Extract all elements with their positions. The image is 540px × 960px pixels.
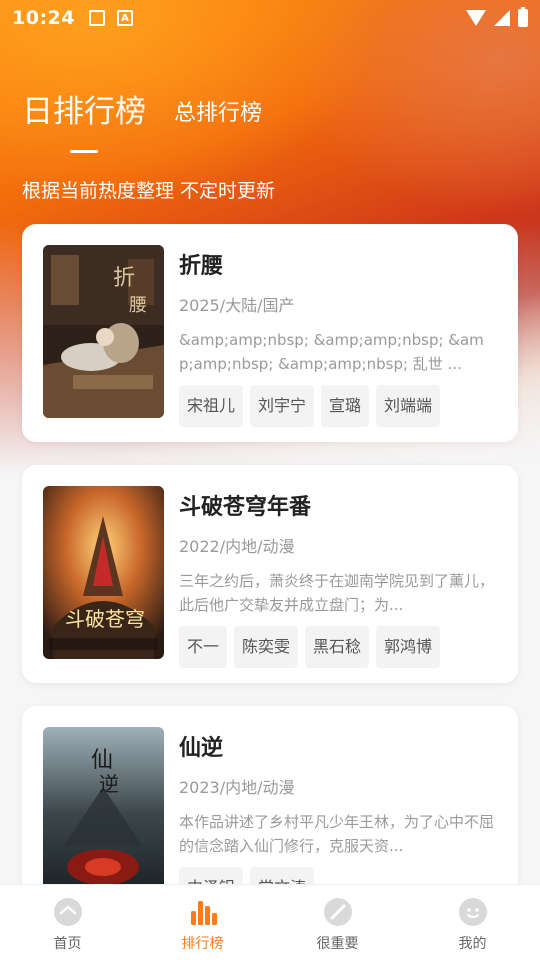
description: 本作品讲述了乡村平凡少年王林，为了心中不屈的信念踏入仙门修行，克服天资... (179, 813, 495, 855)
cast-tag[interactable]: 刘宇宁 (250, 385, 315, 427)
cast-tag[interactable]: 郭鸿博 (376, 626, 441, 668)
tab-ranking[interactable]: 排行榜 (135, 885, 270, 960)
tab-important[interactable]: 很重要 (270, 885, 405, 960)
tab-total-ranking[interactable]: 总排行榜 (174, 95, 262, 131)
tab-profile[interactable]: 我的 (405, 885, 540, 960)
signal-icon (494, 10, 510, 26)
tab-ranking-label: 排行榜 (181, 936, 224, 952)
cast-tag[interactable]: 不一 (179, 626, 228, 668)
wifi-icon (466, 10, 486, 26)
title: 斗破苍穹年番 (179, 495, 312, 520)
app-notification-icon: A (116, 10, 133, 26)
svg-text:斗破苍穹: 斗破苍穹 (65, 607, 145, 631)
ranking-card[interactable]: 折 腰 折腰 2025/大陆/国产 &amp;amp;nbsp; &amp;am… (22, 224, 518, 442)
status-time: 10:24 (12, 7, 75, 29)
bottom-tab-bar: 首页 排行榜 很重要 我的 (0, 884, 540, 960)
status-bar: 10:24 A (0, 0, 540, 36)
description: 三年之约后，萧炎终于在迦南学院见到了薰儿，此后他广交挚友并成立盘门；为... (179, 572, 495, 614)
svg-text:腰: 腰 (129, 295, 147, 316)
image-notification-icon (88, 10, 105, 26)
title: 折腰 (179, 254, 224, 279)
cast-tag[interactable]: 宋祖儿 (179, 385, 244, 427)
page-subtitle: 根据当前热度整理 不定时更新 (22, 180, 276, 202)
profile-icon (458, 898, 487, 926)
svg-text:折: 折 (113, 266, 135, 291)
meta-info: 2025/大陆/国产 (179, 296, 295, 315)
poster-image: 仙 逆 (43, 727, 164, 900)
tab-daily-ranking[interactable]: 日排行榜 (22, 86, 146, 153)
tab-home-label: 首页 (53, 936, 82, 952)
tab-important-label: 很重要 (316, 936, 359, 952)
cast-tag[interactable]: 陈奕雯 (234, 626, 299, 668)
tab-profile-label: 我的 (458, 936, 487, 952)
cast-tag[interactable]: 宣璐 (321, 385, 370, 427)
svg-text:逆: 逆 (99, 772, 119, 796)
cast-tag[interactable]: 黑石稔 (305, 626, 370, 668)
meta-info: 2022/内地/动漫 (179, 537, 295, 556)
poster-image: 折 腰 (43, 245, 164, 418)
cast-tag[interactable]: 刘端端 (376, 385, 441, 427)
home-icon (53, 898, 82, 926)
tab-home[interactable]: 首页 (0, 885, 135, 960)
meta-info: 2023/内地/动漫 (179, 778, 295, 797)
ranking-icon (190, 901, 217, 925)
ranking-tabs: 日排行榜 总排行榜 (22, 86, 262, 153)
battery-icon (518, 7, 528, 27)
description: &amp;amp;nbsp; &amp;amp;nbsp; &amp;amp;n… (179, 331, 484, 373)
ranking-card[interactable]: 斗破苍穹 斗破苍穹年番 2022/内地/动漫 三年之约后，萧炎终于在迦南学院见到… (22, 465, 518, 683)
poster-image: 斗破苍穹 (43, 486, 164, 659)
svg-text:仙: 仙 (91, 748, 113, 773)
title: 仙逆 (179, 736, 224, 761)
bookmark-icon (323, 898, 352, 926)
